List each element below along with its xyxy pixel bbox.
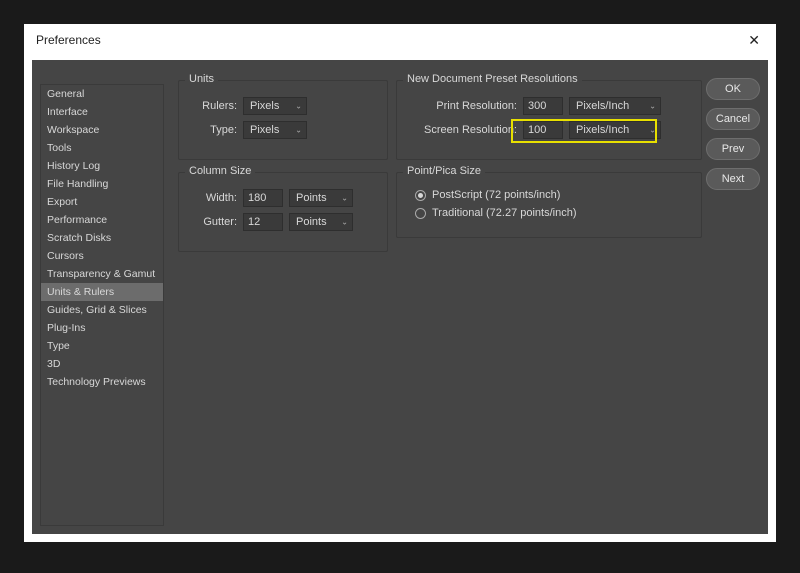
radio-icon	[415, 190, 426, 201]
pointpica-group: Point/Pica Size PostScript (72 points/in…	[396, 172, 702, 238]
type-label: Type:	[189, 124, 237, 136]
button-column: OK Cancel Prev Next	[706, 60, 768, 534]
dialog-body: GeneralInterfaceWorkspaceToolsHistory Lo…	[32, 60, 768, 534]
sidebar: GeneralInterfaceWorkspaceToolsHistory Lo…	[40, 84, 164, 526]
close-icon[interactable]: ✕	[744, 32, 764, 49]
units-group: Units Rulers: Pixels ⌄ Type: Pixels ⌄	[178, 80, 388, 160]
traditional-radio-row[interactable]: Traditional (72.27 points/inch)	[415, 207, 691, 219]
type-select[interactable]: Pixels ⌄	[243, 121, 307, 139]
titlebar: Preferences ✕	[24, 24, 776, 56]
width-unit-value: Points	[296, 192, 327, 204]
window-title: Preferences	[36, 33, 101, 47]
sidebar-item[interactable]: Interface	[41, 103, 163, 121]
postscript-radio-row[interactable]: PostScript (72 points/inch)	[415, 189, 691, 201]
gutter-input[interactable]	[243, 213, 283, 231]
sidebar-item[interactable]: General	[41, 85, 163, 103]
sidebar-item[interactable]: Guides, Grid & Slices	[41, 301, 163, 319]
sidebar-item[interactable]: Workspace	[41, 121, 163, 139]
screen-res-label: Screen Resolution:	[407, 124, 517, 136]
units-group-title: Units	[185, 73, 218, 85]
next-button[interactable]: Next	[706, 168, 760, 190]
postscript-label: PostScript (72 points/inch)	[432, 189, 560, 201]
sidebar-item[interactable]: Scratch Disks	[41, 229, 163, 247]
sidebar-item[interactable]: Tools	[41, 139, 163, 157]
cancel-button[interactable]: Cancel	[706, 108, 760, 130]
width-input[interactable]	[243, 189, 283, 207]
ok-button[interactable]: OK	[706, 78, 760, 100]
column-size-group: Column Size Width: Points ⌄ Gutter:	[178, 172, 388, 252]
width-label: Width:	[189, 192, 237, 204]
chevron-down-icon: ⌄	[341, 194, 348, 203]
chevron-down-icon: ⌄	[341, 218, 348, 227]
prev-button[interactable]: Prev	[706, 138, 760, 160]
sidebar-item[interactable]: Transparency & Gamut	[41, 265, 163, 283]
sidebar-item[interactable]: History Log	[41, 157, 163, 175]
screen-res-input[interactable]	[523, 121, 563, 139]
sidebar-item[interactable]: Performance	[41, 211, 163, 229]
sidebar-item[interactable]: 3D	[41, 355, 163, 373]
sidebar-item[interactable]: Export	[41, 193, 163, 211]
rulers-select[interactable]: Pixels ⌄	[243, 97, 307, 115]
width-unit-select[interactable]: Points ⌄	[289, 189, 353, 207]
print-res-unit-value: Pixels/Inch	[576, 100, 629, 112]
gutter-unit-value: Points	[296, 216, 327, 228]
traditional-label: Traditional (72.27 points/inch)	[432, 207, 577, 219]
preferences-window: Preferences ✕ GeneralInterfaceWorkspaceT…	[24, 24, 776, 542]
print-res-input[interactable]	[523, 97, 563, 115]
screen-res-unit-value: Pixels/Inch	[576, 124, 629, 136]
rulers-label: Rulers:	[189, 100, 237, 112]
print-res-label: Print Resolution:	[407, 100, 517, 112]
chevron-down-icon: ⌄	[649, 102, 656, 111]
chevron-down-icon: ⌄	[295, 102, 302, 111]
sidebar-item[interactable]: Technology Previews	[41, 373, 163, 391]
screen-res-unit-select[interactable]: Pixels/Inch ⌄	[569, 121, 661, 139]
rulers-value: Pixels	[250, 100, 279, 112]
gutter-label: Gutter:	[189, 216, 237, 228]
newdoc-group-title: New Document Preset Resolutions	[403, 73, 582, 85]
type-value: Pixels	[250, 124, 279, 136]
pointpica-group-title: Point/Pica Size	[403, 165, 485, 177]
print-res-unit-select[interactable]: Pixels/Inch ⌄	[569, 97, 661, 115]
sidebar-item[interactable]: Units & Rulers	[41, 283, 163, 301]
sidebar-item[interactable]: Type	[41, 337, 163, 355]
chevron-down-icon: ⌄	[649, 126, 656, 135]
newdoc-group: New Document Preset Resolutions Print Re…	[396, 80, 702, 160]
sidebar-item[interactable]: Cursors	[41, 247, 163, 265]
sidebar-item[interactable]: Plug-Ins	[41, 319, 163, 337]
sidebar-item[interactable]: File Handling	[41, 175, 163, 193]
gutter-unit-select[interactable]: Points ⌄	[289, 213, 353, 231]
radio-icon	[415, 208, 426, 219]
column-size-group-title: Column Size	[185, 165, 255, 177]
main-panel: Units Rulers: Pixels ⌄ Type: Pixels ⌄	[168, 60, 706, 534]
chevron-down-icon: ⌄	[295, 126, 302, 135]
